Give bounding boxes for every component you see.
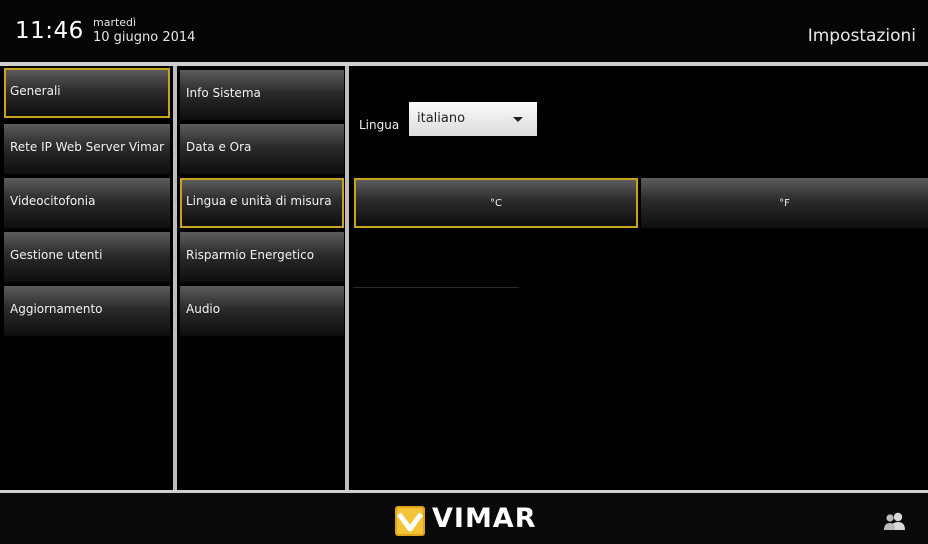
- menu-item-lingua[interactable]: Lingua e unità di misura: [180, 178, 344, 228]
- menu-item-label: Data e Ora: [186, 140, 252, 154]
- menu-item-label: Info Sistema: [186, 86, 261, 100]
- language-label: Lingua: [359, 118, 400, 132]
- date: 10 giugno 2014: [93, 30, 196, 45]
- menu-item-rete-ip[interactable]: Rete IP Web Server Vimar: [4, 124, 170, 174]
- unit-fahrenheit-button[interactable]: °F: [641, 178, 928, 228]
- menu-item-risparmio-energetico[interactable]: Risparmio Energetico: [180, 232, 344, 282]
- divider: [353, 287, 519, 288]
- menu-item-label: Audio: [186, 302, 221, 316]
- settings-panel: Lingua italiano °C °F: [349, 66, 928, 490]
- brand-name: VIMAR: [432, 503, 537, 534]
- menu-item-data-ora[interactable]: Data e Ora: [180, 124, 344, 174]
- footer-divider: [0, 490, 928, 493]
- language-value: italiano: [417, 111, 466, 126]
- vimar-logo-icon: [395, 506, 425, 536]
- primary-menu: Generali Rete IP Web Server Vimar Videoc…: [0, 66, 173, 490]
- secondary-menu: Info Sistema Data e Ora Lingua e unità d…: [177, 66, 345, 490]
- menu-item-audio[interactable]: Audio: [180, 286, 344, 336]
- chevron-down-icon: [513, 117, 523, 122]
- page-title: Impostazioni: [807, 26, 916, 46]
- menu-item-info-sistema[interactable]: Info Sistema: [180, 70, 344, 120]
- menu-item-videocitofonia[interactable]: Videocitofonia: [4, 178, 170, 228]
- menu-item-label: Rete IP Web Server Vimar: [10, 140, 165, 154]
- menu-item-label: Generali: [10, 84, 61, 98]
- menu-item-label: Aggiornamento: [10, 302, 103, 316]
- language-dropdown[interactable]: italiano: [409, 102, 537, 136]
- menu-item-label: Videocitofonia: [10, 194, 96, 208]
- menu-item-label: Risparmio Energetico: [186, 248, 315, 262]
- clock: 11:46: [15, 18, 84, 44]
- menu-item-aggiornamento[interactable]: Aggiornamento: [4, 286, 170, 336]
- menu-item-label: Lingua e unità di misura: [186, 194, 332, 208]
- unit-celsius-button[interactable]: °C: [354, 178, 638, 228]
- menu-item-gestione-utenti[interactable]: Gestione utenti: [4, 232, 170, 282]
- menu-item-generali[interactable]: Generali: [4, 68, 170, 118]
- unit-celsius-label: °C: [490, 198, 502, 209]
- unit-fahrenheit-label: °F: [779, 198, 790, 209]
- menu-item-label: Gestione utenti: [10, 248, 103, 262]
- top-bar: 11:46 martedì 10 giugno 2014 Impostazion…: [0, 0, 928, 62]
- users-icon[interactable]: [883, 512, 907, 530]
- weekday: martedì: [93, 16, 137, 29]
